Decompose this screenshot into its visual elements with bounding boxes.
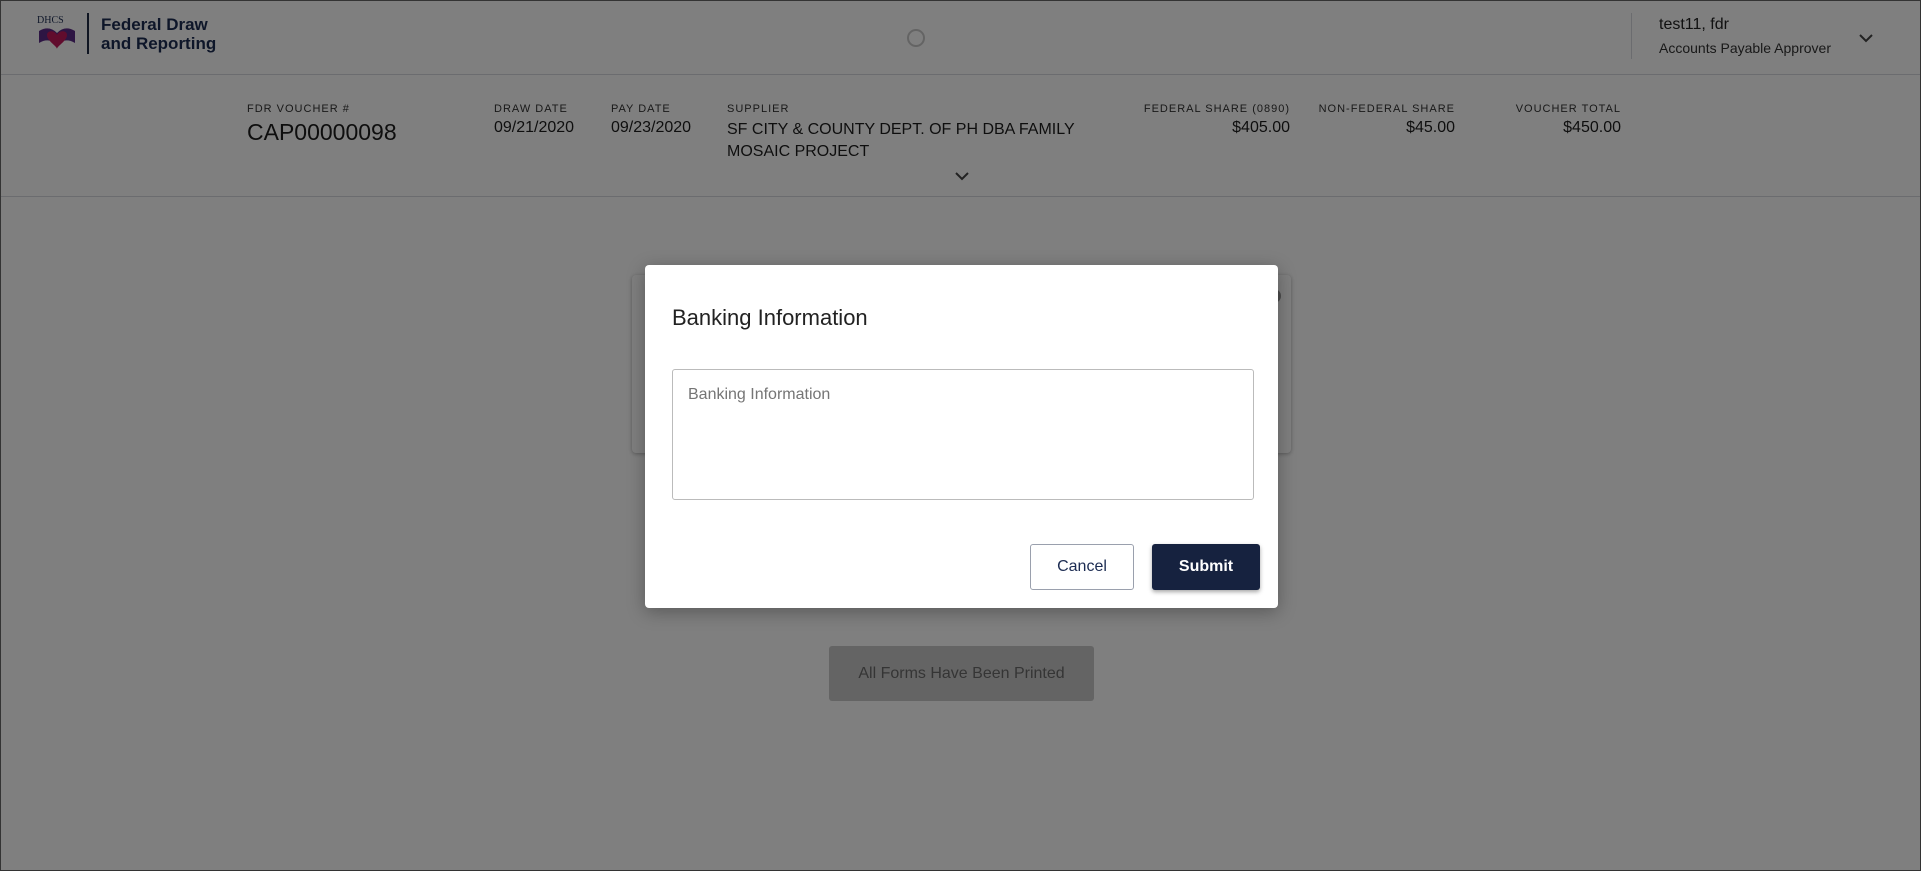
cancel-button[interactable]: Cancel	[1030, 544, 1134, 590]
dialog-title: Banking Information	[672, 305, 868, 330]
banking-information-dialog: Banking Information Cancel Submit	[645, 265, 1278, 608]
app-window: DHCS Federal Draw and Reporting test11, …	[0, 0, 1921, 871]
submit-button[interactable]: Submit	[1152, 544, 1260, 590]
banking-information-input[interactable]	[672, 369, 1254, 500]
